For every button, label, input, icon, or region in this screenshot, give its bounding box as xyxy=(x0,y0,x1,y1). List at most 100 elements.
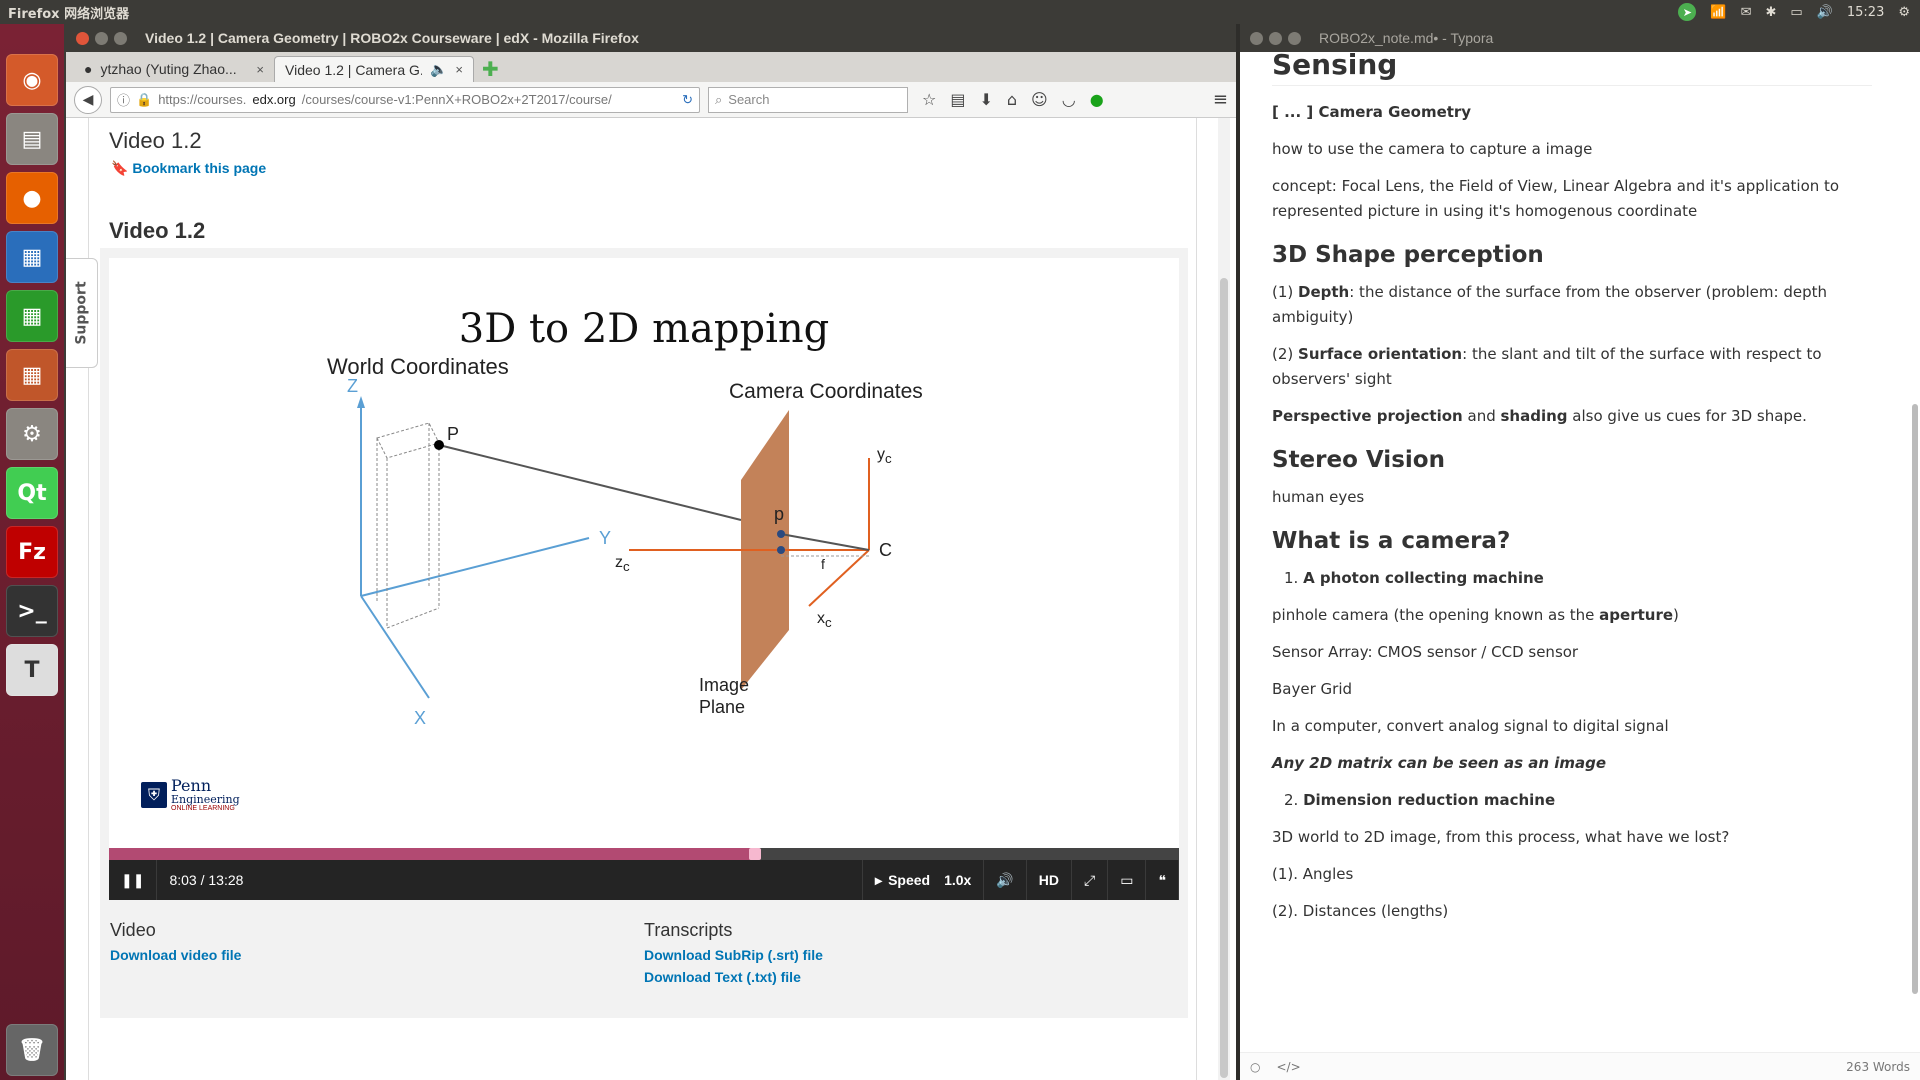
close-window-button[interactable] xyxy=(76,31,89,45)
paragraph[interactable]: how to use the camera to capture a image xyxy=(1272,137,1872,162)
y-axis xyxy=(360,537,590,597)
download-video-link[interactable]: Download video file xyxy=(110,947,241,963)
paragraph[interactable]: Bayer Grid xyxy=(1272,677,1872,702)
trash-icon[interactable]: 🗑 xyxy=(6,1024,58,1076)
penn-engineering-logo: ⛨ Penn Engineering ONLINE LEARNING xyxy=(141,778,240,812)
minimize-window-button[interactable] xyxy=(1269,31,1282,45)
transcript-quote-icon[interactable]: ❝ xyxy=(1146,860,1179,900)
ubuntu-dash-icon[interactable]: ◉ xyxy=(6,54,58,106)
terminal-icon[interactable]: >_ xyxy=(6,585,58,637)
back-button[interactable]: ◀ xyxy=(74,85,102,114)
telegram-icon[interactable]: ➤ xyxy=(1678,3,1697,21)
fullscreen-icon[interactable]: ⤢ xyxy=(1072,860,1109,900)
qt-icon[interactable]: Qt xyxy=(6,467,58,519)
speed-button[interactable]: ▸ Speed 1.0x xyxy=(862,860,985,900)
pinhole-paragraph[interactable]: pinhole camera (the opening known as the… xyxy=(1272,603,1872,628)
z-axis-label: Z xyxy=(347,376,358,396)
writer-icon[interactable]: ▦ xyxy=(6,231,58,283)
volume-icon[interactable]: 🔊 xyxy=(1817,5,1833,20)
video-downloads-title: Video xyxy=(110,920,156,940)
maximize-window-button[interactable] xyxy=(1288,31,1301,45)
heading-sensing[interactable]: Sensing xyxy=(1272,52,1872,86)
source-mode-icon[interactable]: </> xyxy=(1276,1060,1300,1074)
typora-scrollbar-thumb[interactable] xyxy=(1912,404,1918,994)
download-icon[interactable]: ⬇ xyxy=(979,90,992,109)
heading-3d-shape[interactable]: 3D Shape perception xyxy=(1272,242,1872,268)
paragraph[interactable]: (2). Distances (lengths) xyxy=(1272,899,1872,924)
hd-button[interactable]: HD xyxy=(1027,860,1073,900)
filezilla-icon[interactable]: Fz xyxy=(6,526,58,578)
calc-icon[interactable]: ▦ xyxy=(6,290,58,342)
heading-camera[interactable]: What is a camera? xyxy=(1272,528,1872,554)
paragraph[interactable]: Sensor Array: CMOS sensor / CCD sensor xyxy=(1272,640,1872,665)
home-icon[interactable]: ⌂ xyxy=(1007,90,1017,109)
camera-geometry-line[interactable]: [ ... ] Camera Geometry xyxy=(1272,100,1872,125)
extension-icon[interactable]: ● xyxy=(1090,90,1104,109)
reading-list-icon[interactable]: ▤ xyxy=(950,90,965,109)
settings-icon[interactable]: ⚙ xyxy=(6,408,58,460)
impress-icon[interactable]: ▦ xyxy=(6,349,58,401)
typora-titlebar[interactable]: ROBO2x_note.md• - Typora xyxy=(1240,24,1920,52)
chat-icon[interactable]: ☺ xyxy=(1031,90,1048,109)
power-gear-icon[interactable]: ⚙ xyxy=(1898,5,1910,20)
close-window-button[interactable] xyxy=(1250,31,1263,45)
sidebar-toggle-icon[interactable]: ○ xyxy=(1250,1060,1260,1074)
url-bar[interactable]: ⓘ 🔒 https://courses. edx.org/courses/cour… xyxy=(110,86,700,113)
hamburger-menu-icon[interactable]: ≡ xyxy=(1213,89,1228,110)
pocket-icon[interactable]: ◡ xyxy=(1062,90,1076,109)
files-icon[interactable]: ▤ xyxy=(6,113,58,165)
close-tab-button[interactable]: × xyxy=(256,62,264,77)
info-icon[interactable]: ⓘ xyxy=(117,90,130,109)
download-srt-link[interactable]: Download SubRip (.srt) file xyxy=(644,947,823,963)
paragraph[interactable]: In a computer, convert analog signal to … xyxy=(1272,714,1872,739)
emphasis-paragraph[interactable]: Any 2D matrix can be seen as an image xyxy=(1272,751,1872,776)
paragraph[interactable]: 3D world to 2D image, from this process,… xyxy=(1272,825,1872,850)
lock-icon[interactable]: 🔒 xyxy=(136,92,152,108)
orient-bold: Surface orientation xyxy=(1298,345,1463,363)
wifi-icon[interactable]: 📶 xyxy=(1710,5,1726,20)
captions-icon[interactable]: ▭ xyxy=(1108,860,1147,900)
depth-paragraph[interactable]: (1) Depth: the distance of the surface f… xyxy=(1272,280,1872,330)
penn-wordmark: Penn Engineering ONLINE LEARNING xyxy=(171,778,240,813)
battery-icon[interactable]: ▭ xyxy=(1790,5,1802,20)
word-count[interactable]: 263 Words xyxy=(1846,1060,1910,1074)
volume-button[interactable]: 🔊 xyxy=(984,860,1027,900)
download-txt-link[interactable]: Download Text (.txt) file xyxy=(644,969,823,985)
page-scrollbar-thumb[interactable] xyxy=(1220,278,1228,1078)
tab-label: Video 1.2 | Camera G... xyxy=(285,61,422,78)
paragraph[interactable]: (1). Angles xyxy=(1272,862,1872,887)
heading-stereo[interactable]: Stereo Vision xyxy=(1272,447,1872,473)
maximize-window-button[interactable] xyxy=(114,31,127,45)
audio-playing-icon[interactable]: 🔈 xyxy=(430,61,447,78)
search-input[interactable]: ⌕ Search xyxy=(708,86,908,113)
tab-edx-video[interactable]: Video 1.2 | Camera G... 🔈 × xyxy=(274,56,474,82)
progress-handle[interactable] xyxy=(749,848,762,860)
firefox-icon[interactable]: ● xyxy=(6,172,58,224)
firefox-titlebar[interactable]: Video 1.2 | Camera Geometry | ROBO2x Cou… xyxy=(66,24,1236,52)
list-item[interactable]: 1. A photon collecting machine xyxy=(1284,566,1872,591)
reload-icon[interactable]: ↻ xyxy=(682,92,693,108)
perspective-paragraph[interactable]: Perspective projection and shading also … xyxy=(1272,404,1872,429)
bookmark-star-icon[interactable]: ☆ xyxy=(922,90,936,109)
clock[interactable]: 15:23 xyxy=(1847,5,1884,20)
tab-github[interactable]: ● ytzhao (Yuting Zhao... × xyxy=(74,56,274,82)
video-frame[interactable]: 3D to 2D mapping World Coordinates Camer… xyxy=(109,258,1179,848)
orientation-paragraph[interactable]: (2) Surface orientation: the slant and t… xyxy=(1272,342,1872,392)
bluetooth-icon[interactable]: ✱ xyxy=(1765,5,1776,20)
typora-icon[interactable]: T xyxy=(6,644,58,696)
pause-button[interactable]: ❚❚ xyxy=(109,860,158,900)
bookmark-link[interactable]: 🔖 Bookmark this page xyxy=(111,160,266,177)
new-tab-button[interactable]: ✚ xyxy=(474,56,507,82)
video-progress-bar[interactable] xyxy=(109,848,1179,860)
close-tab-button[interactable]: × xyxy=(455,62,463,77)
list-item[interactable]: 2. Dimension reduction machine xyxy=(1284,788,1872,813)
paragraph[interactable]: human eyes xyxy=(1272,485,1872,510)
search-icon: ⌕ xyxy=(715,91,723,107)
markdown-document[interactable]: Sensing [ ... ] Camera Geometry how to u… xyxy=(1272,52,1872,936)
typora-editor[interactable]: Sensing [ ... ] Camera Geometry how to u… xyxy=(1240,52,1920,1052)
minimize-window-button[interactable] xyxy=(95,31,108,45)
notification-icon[interactable]: ✉ xyxy=(1741,5,1752,20)
support-tab[interactable]: Support xyxy=(66,258,98,368)
y-axis-label: Y xyxy=(599,528,612,548)
paragraph[interactable]: concept: Focal Lens, the Field of View, … xyxy=(1272,174,1872,224)
